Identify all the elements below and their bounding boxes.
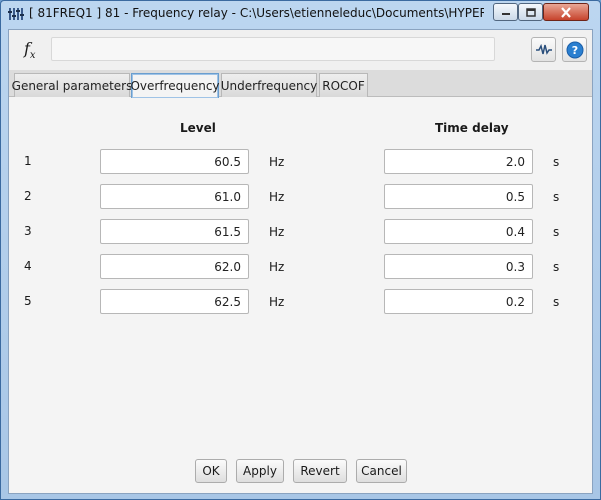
fx-icon[interactable]: fx bbox=[24, 39, 36, 61]
level-input[interactable] bbox=[100, 149, 249, 174]
level-input[interactable] bbox=[100, 289, 249, 314]
dialog-content: fx ? General parameters Overfrequency Un… bbox=[8, 29, 593, 494]
level-input[interactable] bbox=[100, 219, 249, 244]
table-row: 3 Hz s bbox=[9, 219, 592, 245]
row-index: 2 bbox=[24, 189, 32, 203]
time-delay-input[interactable] bbox=[384, 149, 533, 174]
time-delay-column-header: Time delay bbox=[435, 121, 509, 135]
tab-overfrequency[interactable]: Overfrequency bbox=[130, 73, 220, 98]
delay-unit: s bbox=[553, 225, 560, 239]
row-index: 3 bbox=[24, 224, 32, 238]
table-row: 4 Hz s bbox=[9, 254, 592, 280]
delay-unit: s bbox=[553, 155, 560, 169]
title-bar[interactable]: [ 81FREQ1 ] 81 - Frequency relay - C:\Us… bbox=[1, 1, 600, 27]
window-title: [ 81FREQ1 ] 81 - Frequency relay - C:\Us… bbox=[29, 6, 484, 20]
delay-unit: s bbox=[553, 260, 560, 274]
formula-input[interactable] bbox=[51, 37, 495, 61]
help-button[interactable]: ? bbox=[562, 37, 587, 62]
row-index: 1 bbox=[24, 154, 32, 168]
minimize-button[interactable] bbox=[493, 3, 518, 21]
time-delay-input[interactable] bbox=[384, 219, 533, 244]
level-input[interactable] bbox=[100, 254, 249, 279]
minimize-icon bbox=[501, 13, 510, 15]
revert-button[interactable]: Revert bbox=[293, 459, 347, 483]
level-input[interactable] bbox=[100, 184, 249, 209]
time-delay-input[interactable] bbox=[384, 254, 533, 279]
row-index: 4 bbox=[24, 259, 32, 273]
level-column-header: Level bbox=[180, 121, 216, 135]
cancel-button[interactable]: Cancel bbox=[356, 459, 407, 483]
time-delay-input[interactable] bbox=[384, 184, 533, 209]
tab-underfrequency[interactable]: Underfrequency bbox=[221, 73, 317, 97]
table-row: 5 Hz s bbox=[9, 289, 592, 315]
table-row: 2 Hz s bbox=[9, 184, 592, 210]
maximize-button[interactable] bbox=[518, 3, 543, 21]
row-index: 5 bbox=[24, 294, 32, 308]
level-unit: Hz bbox=[269, 225, 285, 239]
waveform-icon bbox=[535, 43, 552, 55]
delay-unit: s bbox=[553, 295, 560, 309]
ok-button[interactable]: OK bbox=[195, 459, 227, 483]
tab-general-parameters[interactable]: General parameters bbox=[12, 73, 132, 97]
level-unit: Hz bbox=[269, 260, 285, 274]
formula-toolbar: fx ? bbox=[9, 30, 592, 70]
waveform-button[interactable] bbox=[531, 37, 556, 62]
maximize-icon bbox=[525, 7, 536, 17]
time-delay-input[interactable] bbox=[384, 289, 533, 314]
help-icon: ? bbox=[566, 41, 583, 58]
close-icon bbox=[561, 6, 571, 18]
close-button[interactable] bbox=[543, 3, 589, 21]
svg-text:?: ? bbox=[571, 44, 577, 57]
level-unit: Hz bbox=[269, 295, 285, 309]
level-unit: Hz bbox=[269, 155, 285, 169]
tab-bar: General parameters Overfrequency Underfr… bbox=[9, 70, 592, 98]
table-row: 1 Hz s bbox=[9, 149, 592, 175]
equalizer-icon bbox=[8, 8, 24, 20]
tab-rocof[interactable]: ROCOF bbox=[319, 73, 368, 97]
apply-button[interactable]: Apply bbox=[236, 459, 284, 483]
delay-unit: s bbox=[553, 190, 560, 204]
level-unit: Hz bbox=[269, 190, 285, 204]
dialog-window: [ 81FREQ1 ] 81 - Frequency relay - C:\Us… bbox=[0, 0, 601, 500]
